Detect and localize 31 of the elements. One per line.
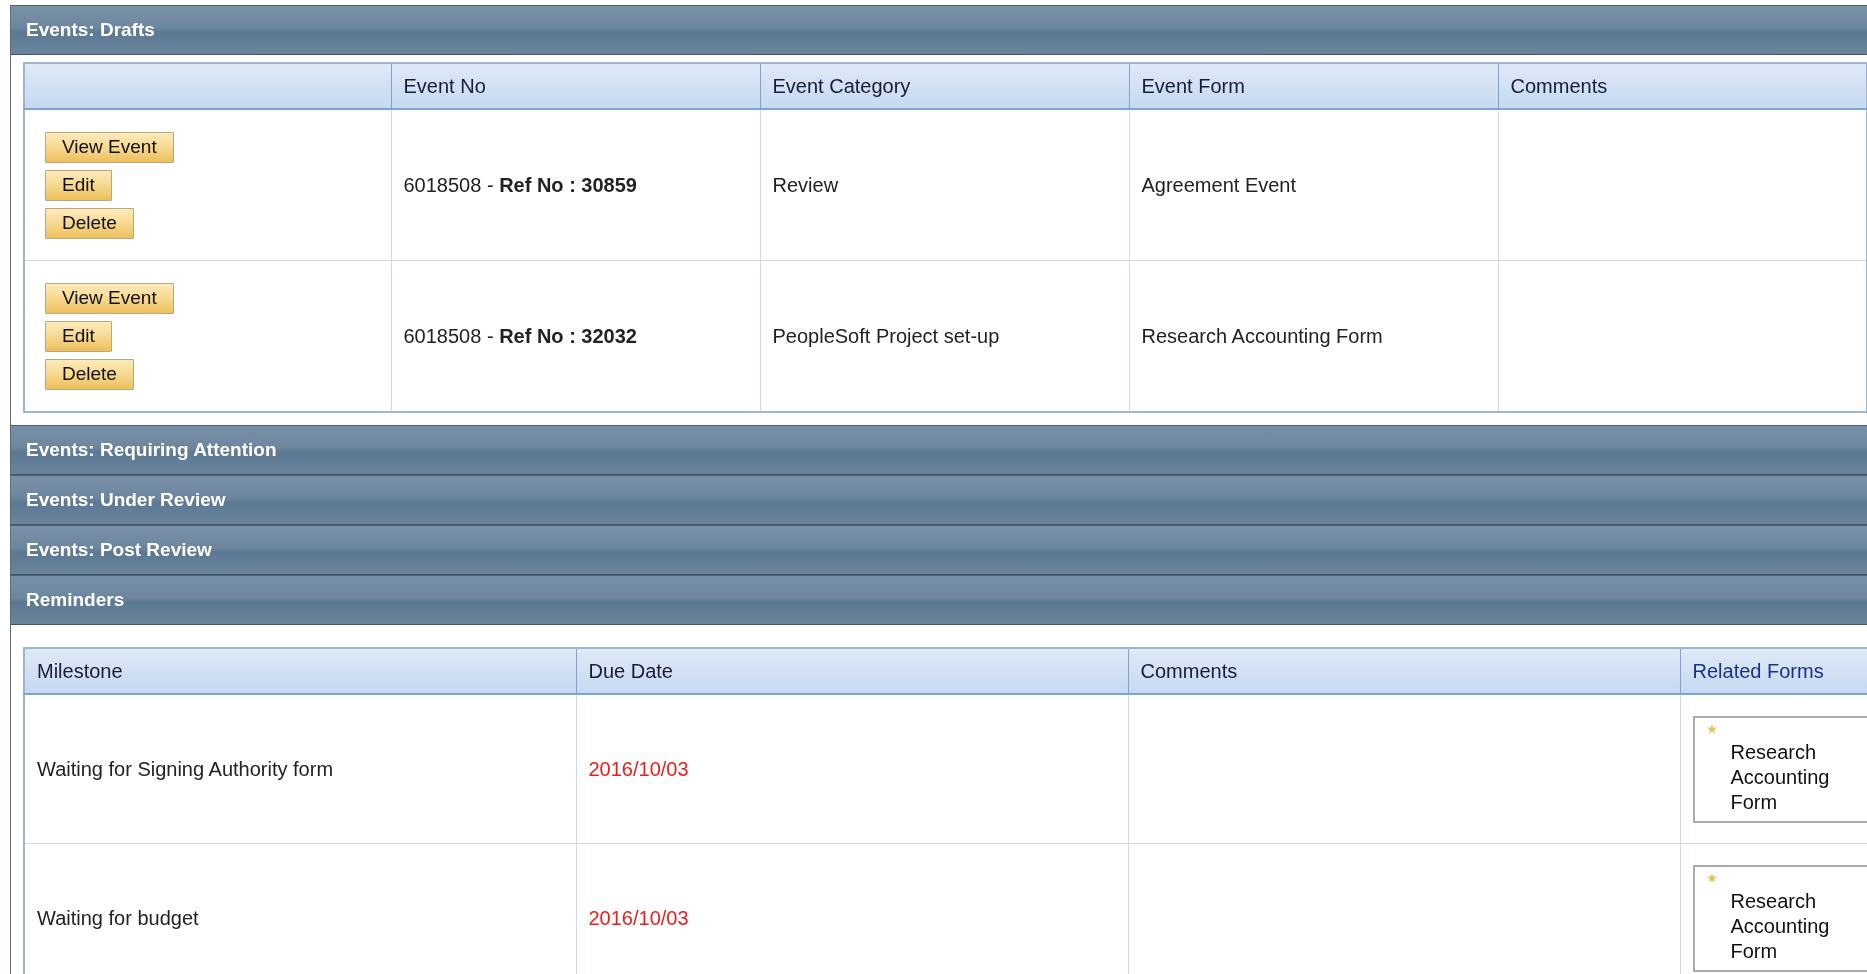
column-header: Comments [1498, 63, 1867, 109]
due-date: 2016/10/03 [588, 906, 689, 929]
event-number: 6018508 - Ref No : 32032 [403, 324, 637, 347]
due-date: 2016/10/03 [588, 757, 689, 780]
star-icon [1706, 872, 1717, 883]
event-number: 6018508 - Ref No : 30859 [403, 173, 637, 196]
star-icon [1706, 723, 1717, 734]
event-category: PeopleSoft Project set-up [772, 324, 1000, 347]
section-header[interactable]: Events: Drafts [11, 5, 1867, 55]
section-header[interactable]: Events: Requiring Attention [11, 425, 1867, 475]
column-header: Related Forms [1680, 648, 1867, 694]
milestone-text: Waiting for budget [37, 906, 199, 929]
section-header[interactable]: Events: Post Review [11, 525, 1867, 575]
action-button[interactable]: Edit [45, 320, 112, 352]
event-category: Review [772, 173, 839, 196]
milestone-text: Waiting for Signing Authority form [37, 757, 334, 780]
column-header: Comments [1128, 648, 1680, 694]
column-header: Due Date [576, 648, 1128, 694]
action-button[interactable]: View Event [45, 282, 174, 314]
action-button[interactable]: View Event [45, 131, 174, 163]
column-header: Event No [391, 63, 760, 109]
event-form: Research Accounting Form [1141, 324, 1383, 347]
action-button[interactable]: Delete [45, 358, 134, 390]
action-button[interactable]: Edit [45, 169, 112, 201]
column-header: Milestone [24, 648, 576, 694]
column-header: Event Category [760, 63, 1129, 109]
section-header[interactable]: Reminders [11, 575, 1867, 625]
section-header[interactable]: Events: Under Review [11, 475, 1867, 525]
column-header: Event Form [1129, 63, 1498, 109]
event-form: Agreement Event [1141, 173, 1297, 196]
action-button[interactable]: Delete [45, 207, 134, 239]
